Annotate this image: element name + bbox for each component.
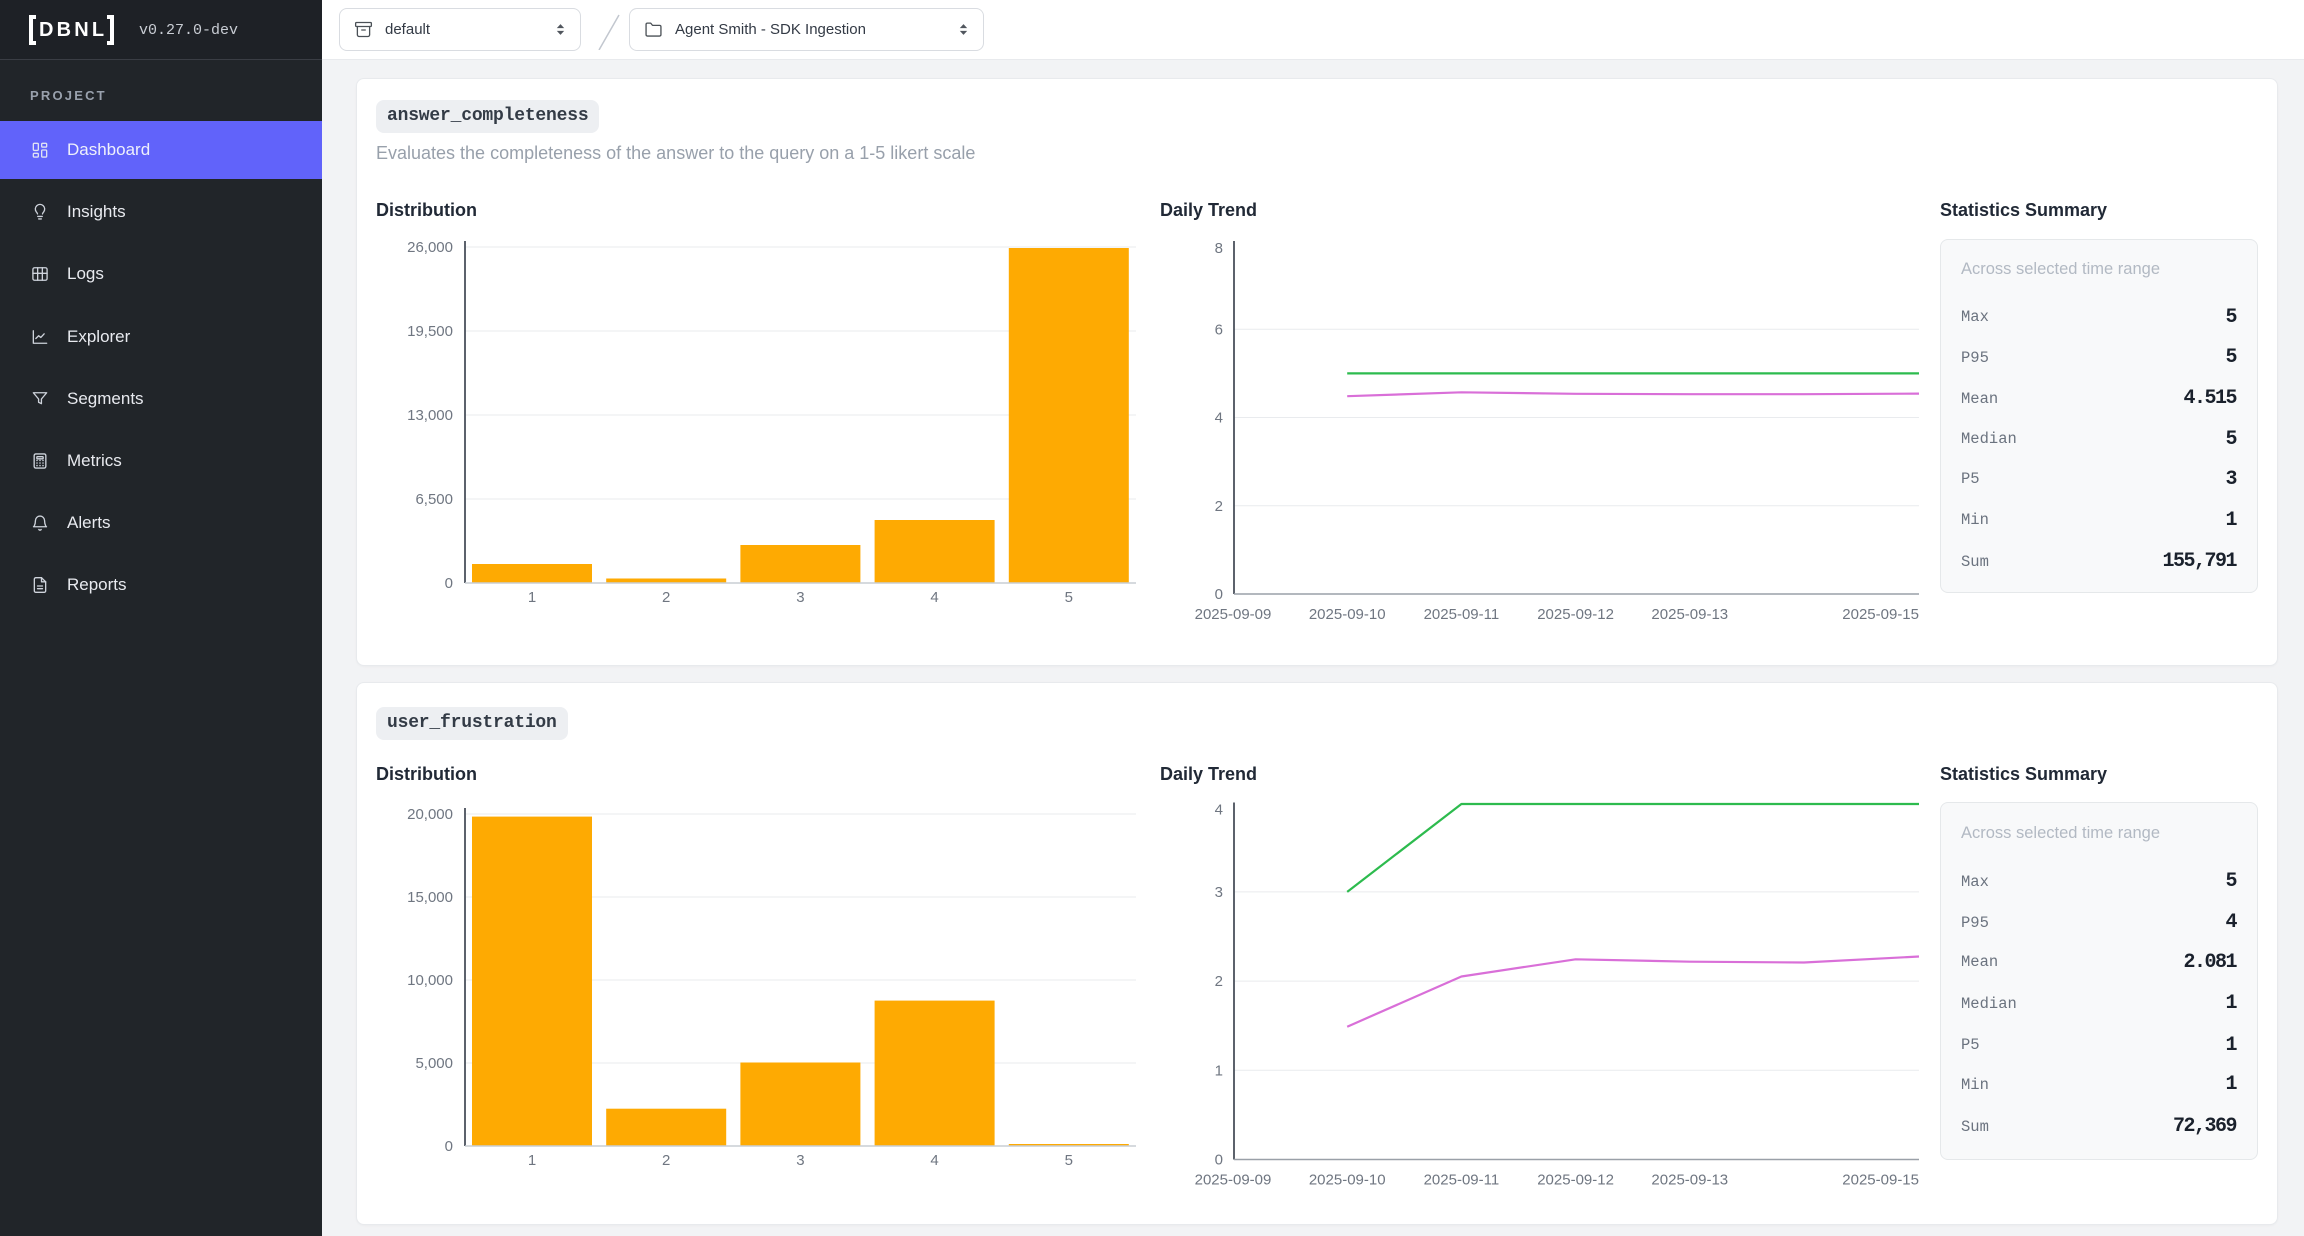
svg-text:2: 2 xyxy=(662,1152,670,1169)
svg-text:10,000: 10,000 xyxy=(407,972,453,989)
svg-text:0: 0 xyxy=(1215,1152,1223,1169)
svg-text:5,000: 5,000 xyxy=(415,1055,453,1072)
svg-text:2025-09-09: 2025-09-09 xyxy=(1195,606,1272,623)
svg-text:8: 8 xyxy=(1215,240,1223,257)
svg-text:2025-09-13: 2025-09-13 xyxy=(1651,1172,1728,1189)
svg-text:2025-09-11: 2025-09-11 xyxy=(1424,606,1500,623)
svg-text:0: 0 xyxy=(445,575,453,592)
svg-text:0: 0 xyxy=(445,1138,453,1155)
svg-text:6: 6 xyxy=(1215,321,1223,338)
svg-text:2025-09-11: 2025-09-11 xyxy=(1424,1172,1500,1189)
svg-text:4: 4 xyxy=(930,1152,938,1169)
svg-text:3: 3 xyxy=(1215,884,1223,901)
svg-text:1: 1 xyxy=(1215,1062,1223,1079)
svg-text:5: 5 xyxy=(1065,589,1073,606)
svg-text:5: 5 xyxy=(1065,1152,1073,1169)
svg-text:2: 2 xyxy=(662,589,670,606)
svg-text:2025-09-12: 2025-09-12 xyxy=(1537,606,1614,623)
svg-text:1: 1 xyxy=(528,1152,536,1169)
svg-text:2025-09-10: 2025-09-10 xyxy=(1309,606,1386,623)
svg-text:2025-09-13: 2025-09-13 xyxy=(1651,606,1728,623)
svg-text:2025-09-12: 2025-09-12 xyxy=(1537,1172,1614,1189)
svg-text:2025-09-10: 2025-09-10 xyxy=(1309,1172,1386,1189)
svg-text:15,000: 15,000 xyxy=(407,889,453,906)
svg-text:3: 3 xyxy=(796,1152,804,1169)
svg-text:4: 4 xyxy=(930,589,938,606)
svg-text:13,000: 13,000 xyxy=(407,407,453,424)
svg-text:2: 2 xyxy=(1215,498,1223,515)
svg-text:20,000: 20,000 xyxy=(407,806,453,823)
svg-text:2025-09-09: 2025-09-09 xyxy=(1195,1172,1272,1189)
svg-text:4: 4 xyxy=(1215,802,1223,819)
svg-text:2025-09-15: 2025-09-15 xyxy=(1842,606,1919,623)
svg-text:0: 0 xyxy=(1215,586,1223,603)
svg-text:6,500: 6,500 xyxy=(415,491,453,508)
svg-text:19,500: 19,500 xyxy=(407,323,453,340)
svg-text:26,000: 26,000 xyxy=(407,239,453,256)
svg-text:1: 1 xyxy=(528,589,536,606)
svg-text:2025-09-15: 2025-09-15 xyxy=(1842,1172,1919,1189)
svg-text:4: 4 xyxy=(1215,410,1223,427)
svg-text:3: 3 xyxy=(796,589,804,606)
svg-text:2: 2 xyxy=(1215,973,1223,990)
